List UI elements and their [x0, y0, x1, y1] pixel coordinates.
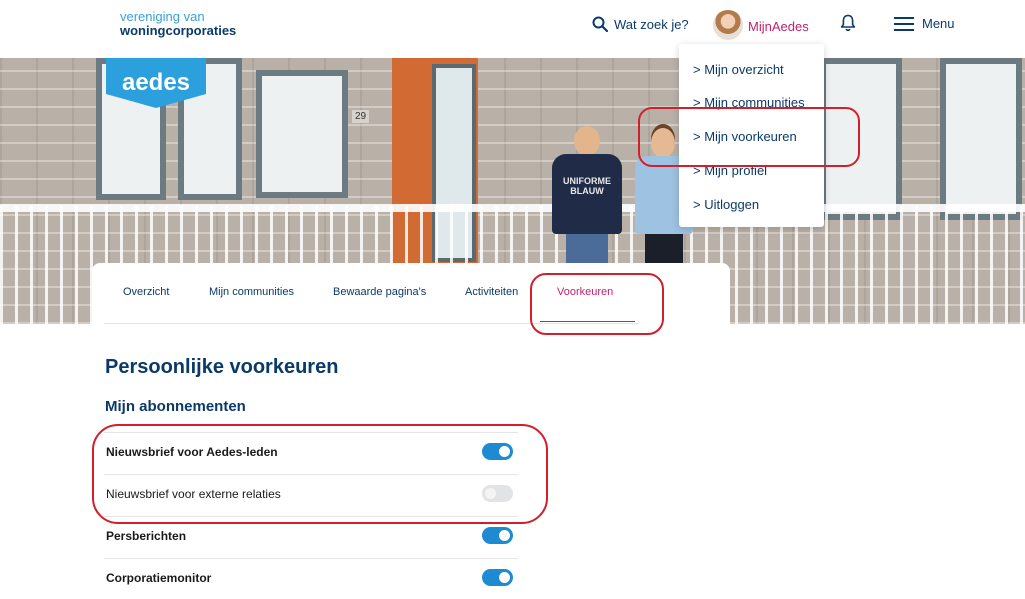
subscription-label: Nieuwsbrief voor externe relaties	[106, 487, 281, 501]
house-number: 29	[352, 110, 370, 123]
subscription-row: Corporatiemonitor	[104, 558, 518, 599]
active-tab-indicator	[540, 321, 635, 322]
subscription-label: Nieuwsbrief voor Aedes-leden	[106, 445, 278, 459]
subscription-row: Nieuwsbrief voor externe relaties	[104, 474, 518, 515]
hero-window	[940, 58, 1022, 220]
aedes-logo[interactable]: aedes	[106, 58, 206, 108]
menu-item-mijn-communities[interactable]: > Mijn communities	[693, 95, 805, 110]
tab-bewaarde-paginas[interactable]: Bewaarde pagina's	[333, 286, 426, 298]
logo-badge: aedes	[106, 58, 206, 108]
subscription-label: Persberichten	[106, 529, 187, 543]
search-button[interactable]: Wat zoek je?	[592, 16, 689, 32]
menu-item-uitloggen[interactable]: > Uitloggen	[693, 197, 759, 212]
tab-mijn-communities[interactable]: Mijn communities	[209, 286, 294, 298]
tab-overzicht[interactable]: Overzicht	[123, 286, 169, 298]
hamburger-icon	[894, 16, 914, 31]
page-title: Persoonlijke voorkeuren	[105, 356, 339, 378]
menu-item-mijn-overzicht[interactable]: > Mijn overzicht	[693, 62, 784, 77]
toggle-persberichten[interactable]	[482, 527, 513, 544]
toggle-nieuwsbrief-extern[interactable]	[482, 485, 513, 502]
menu-button[interactable]: Menu	[894, 16, 955, 31]
section-title: Mijn abonnementen	[105, 398, 246, 415]
toggle-nieuwsbrief-leden[interactable]	[482, 443, 513, 460]
user-menu: > Mijn overzicht > Mijn communities > Mi…	[679, 44, 824, 227]
subscription-row: Nieuwsbrief voor Aedes-leden	[104, 432, 518, 473]
toggle-corporatiemonitor[interactable]	[482, 569, 513, 586]
logo-text: aedes	[122, 69, 190, 96]
bell-icon	[840, 14, 856, 32]
notifications-button[interactable]	[840, 14, 856, 37]
menu-item-mijn-voorkeuren[interactable]: > Mijn voorkeuren	[693, 129, 797, 144]
hero-window	[256, 70, 348, 198]
org-tagline-line2: woningcorporaties	[120, 23, 237, 38]
tab-voorkeuren[interactable]: Voorkeuren	[557, 286, 613, 298]
search-label: Wat zoek je?	[614, 16, 689, 32]
org-tagline[interactable]: vereniging van woningcorporaties	[120, 10, 236, 38]
subscription-label: Corporatiemonitor	[106, 571, 212, 585]
tab-activiteiten[interactable]: Activiteiten	[465, 286, 518, 298]
hero-window	[820, 58, 902, 220]
avatar[interactable]	[713, 10, 743, 40]
shirt-print: UNIFORME BLAUW	[563, 176, 611, 196]
menu-label: Menu	[922, 16, 955, 31]
site-header: vereniging van woningcorporaties Wat zoe…	[0, 0, 1025, 58]
account-link[interactable]: MijnAedes	[748, 19, 809, 34]
subscription-row: Persberichten	[104, 516, 518, 557]
menu-item-mijn-profiel[interactable]: > Mijn profiel	[693, 163, 767, 178]
org-tagline-line1: vereniging van	[120, 9, 205, 24]
tabs-divider	[104, 323, 639, 324]
search-icon	[592, 16, 608, 32]
